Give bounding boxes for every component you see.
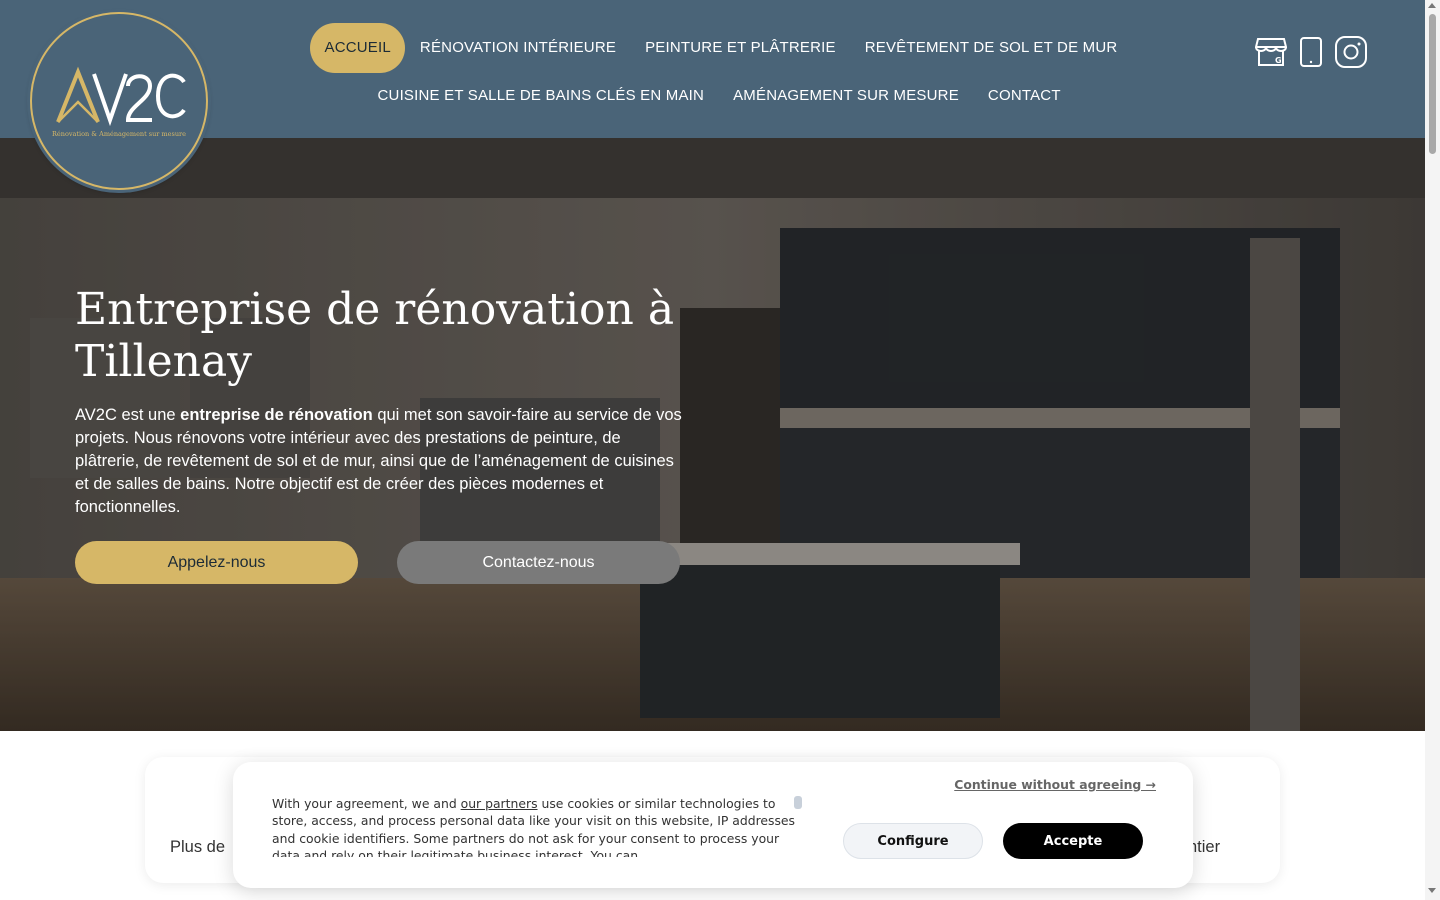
continue-without-agreeing-link[interactable]: Continue without agreeing →: [954, 777, 1156, 792]
hero-text-bold: entreprise de rénovation: [180, 406, 373, 424]
cookie-text-start: With your agreement, we and: [272, 796, 461, 811]
logo-tagline: Rénovation & Aménagement sur mesure: [52, 130, 186, 138]
call-button[interactable]: Appelez-nous: [75, 541, 358, 584]
site-header: ACCUEIL RÉNOVATION INTÉRIEURE PEINTURE E…: [0, 0, 1425, 138]
contact-button[interactable]: Contactez-nous: [397, 541, 680, 584]
scroll-thumb[interactable]: [1429, 14, 1436, 154]
nav-item-renovation-interieure[interactable]: RÉNOVATION INTÉRIEURE: [405, 23, 630, 73]
page-scrollbar[interactable]: [1425, 0, 1440, 900]
hero-section: Entreprise de rénovation à Tillenay AV2C…: [0, 138, 1425, 731]
svg-text:G: G: [1275, 56, 1282, 65]
hero-title: Entreprise de rénovation à Tillenay: [75, 284, 675, 387]
accept-button[interactable]: Accepte: [1003, 823, 1143, 859]
nav-item-cuisine-sdb[interactable]: CUISINE ET SALLE DE BAINS CLÉS EN MAIN: [363, 71, 719, 121]
main-nav-row-2: CUISINE ET SALLE DE BAINS CLÉS EN MAIN A…: [363, 73, 1075, 119]
nav-item-contact[interactable]: CONTACT: [973, 71, 1075, 121]
google-business-icon[interactable]: G: [1255, 36, 1287, 68]
cookie-text-scrollbar[interactable]: [794, 796, 802, 809]
cookie-consent-banner: With your agreement, we and our partners…: [233, 762, 1193, 888]
nav-item-revetement[interactable]: REVÊTEMENT DE SOL ET DE MUR: [850, 23, 1132, 73]
hero-description: AV2C est une entreprise de rénovation qu…: [75, 404, 687, 519]
main-nav-row-1: ACCUEIL RÉNOVATION INTÉRIEURE PEINTURE E…: [310, 23, 1132, 73]
configure-button[interactable]: Configure: [843, 823, 983, 859]
feature-card-text-left: Plus de: [170, 838, 226, 856]
phone-icon[interactable]: [1295, 36, 1327, 68]
instagram-icon[interactable]: [1335, 36, 1367, 68]
site-logo[interactable]: Rénovation & Aménagement sur mesure: [30, 12, 208, 190]
partners-link[interactable]: our partners: [461, 796, 538, 811]
cookie-text: With your agreement, we and our partners…: [272, 795, 802, 857]
scroll-up-arrow-icon[interactable]: [1428, 3, 1436, 8]
scroll-down-arrow-icon[interactable]: [1428, 888, 1436, 893]
nav-item-accueil[interactable]: ACCUEIL: [310, 23, 406, 73]
header-social-icons: G: [1255, 36, 1367, 68]
nav-item-peinture-platrerie[interactable]: PEINTURE ET PLÂTRERIE: [631, 23, 851, 73]
nav-item-amenagement[interactable]: AMÉNAGEMENT SUR MESURE: [719, 71, 974, 121]
hero-text-prefix: AV2C est une: [75, 406, 181, 424]
av2c-logo-mark: [56, 66, 186, 127]
